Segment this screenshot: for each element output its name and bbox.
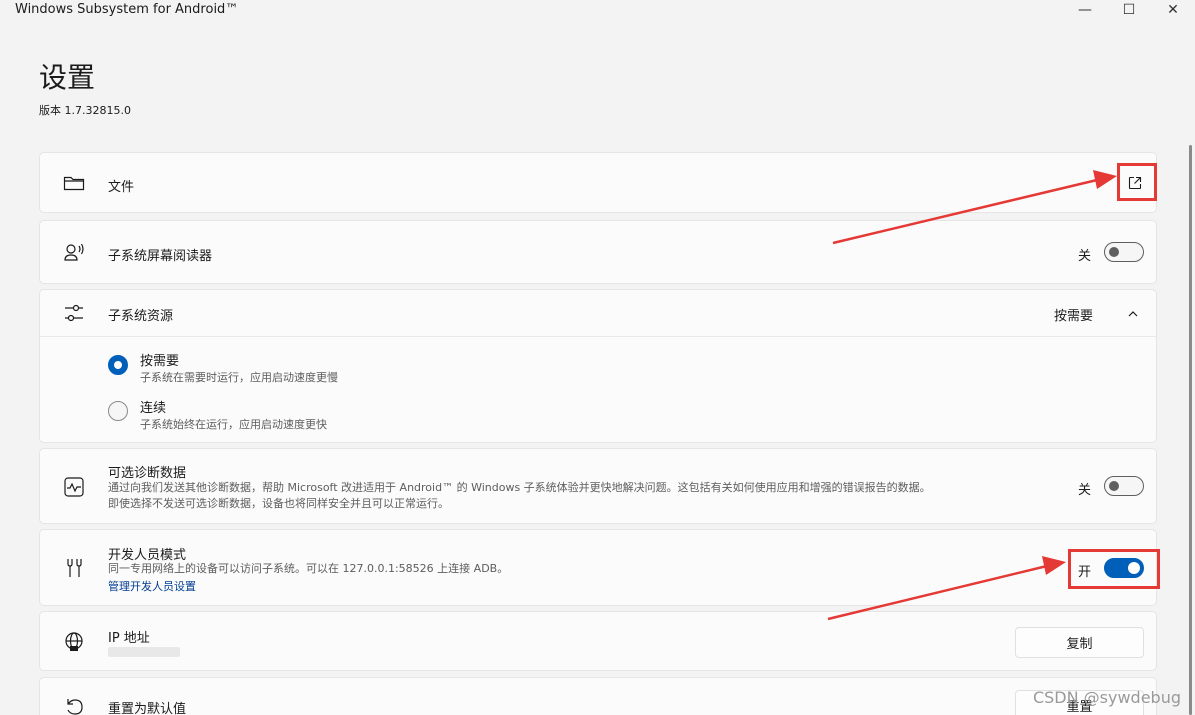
maximize-button[interactable]: ☐	[1107, 0, 1151, 20]
chevron-up-icon[interactable]	[1127, 308, 1139, 320]
option-on-demand-desc: 子系统在需要时运行，应用启动速度更慢	[140, 371, 338, 384]
diagnostics-label: 可选诊断数据	[108, 466, 187, 481]
annotation-box-developer-toggle	[1068, 549, 1160, 589]
radio-on-demand[interactable]	[108, 355, 128, 375]
divider	[40, 336, 1156, 337]
option-continuous-desc: 子系统始终在运行，应用启动速度更快	[140, 418, 327, 431]
close-button[interactable]: ✕	[1151, 0, 1195, 20]
diagnostics-toggle[interactable]	[1104, 476, 1144, 496]
developer-card: 开发人员模式 同一专用网络上的设备可以访问子系统。可以在 127.0.0.1:5…	[39, 529, 1157, 606]
resources-label: 子系统资源	[108, 309, 174, 324]
version-text: 版本 1.7.32815.0	[39, 104, 131, 117]
screen-reader-state: 关	[1078, 249, 1092, 264]
screen-reader-card: 子系统屏幕阅读器 关	[39, 220, 1157, 284]
undo-icon	[67, 699, 83, 715]
diagnostics-state: 关	[1078, 483, 1092, 498]
watermark: CSDN @sywdebug	[1032, 688, 1181, 707]
ip-label: IP 地址	[108, 631, 150, 646]
option-on-demand-title: 按需要	[140, 354, 180, 369]
developer-desc: 同一专用网络上的设备可以访问子系统。可以在 127.0.0.1:58526 上连…	[108, 562, 509, 575]
copy-button[interactable]: 复制	[1015, 627, 1144, 658]
manage-developer-settings-link[interactable]: 管理开发人员设置	[108, 578, 196, 594]
reset-label: 重置为默认值	[108, 702, 187, 715]
reset-card: 重置为默认值 重置	[39, 677, 1157, 715]
scrollbar[interactable]	[1189, 145, 1192, 715]
ip-value-redacted	[108, 647, 180, 657]
screen-reader-toggle[interactable]	[1104, 242, 1144, 262]
tools-icon	[67, 559, 82, 577]
window-title: Windows Subsystem for Android™	[15, 2, 239, 17]
files-label: 文件	[108, 180, 135, 195]
diagnostics-desc-2: 即使选择不发送可选诊断数据，设备也将同样安全并且可以正常运行。	[108, 497, 449, 510]
page-title: 设置	[39, 61, 96, 94]
sliders-icon	[65, 304, 83, 322]
minimize-button[interactable]: —	[1063, 0, 1107, 20]
title-bar: Windows Subsystem for Android™ — ☐ ✕	[0, 0, 1195, 22]
speaker-person-icon	[64, 243, 84, 261]
option-continuous-title: 连续	[140, 401, 167, 416]
diagnostics-card: 可选诊断数据 通过向我们发送其他诊断数据，帮助 Microsoft 改进适用于 …	[39, 448, 1157, 524]
resources-card: 子系统资源 按需要 按需要 子系统在需要时运行，应用启动速度更慢 连续 子系统始…	[39, 289, 1157, 443]
annotation-box-open-files	[1117, 163, 1157, 201]
globe-network-icon	[65, 632, 83, 651]
activity-monitor-icon	[64, 477, 84, 497]
radio-continuous[interactable]	[108, 401, 128, 421]
ip-card: IP 地址 复制	[39, 611, 1157, 671]
diagnostics-desc-1: 通过向我们发送其他诊断数据，帮助 Microsoft 改进适用于 Android…	[108, 481, 931, 494]
resources-selected: 按需要	[1054, 309, 1094, 324]
folder-icon	[63, 176, 85, 191]
screen-reader-label: 子系统屏幕阅读器	[108, 249, 213, 264]
files-card[interactable]: 文件	[39, 152, 1157, 213]
